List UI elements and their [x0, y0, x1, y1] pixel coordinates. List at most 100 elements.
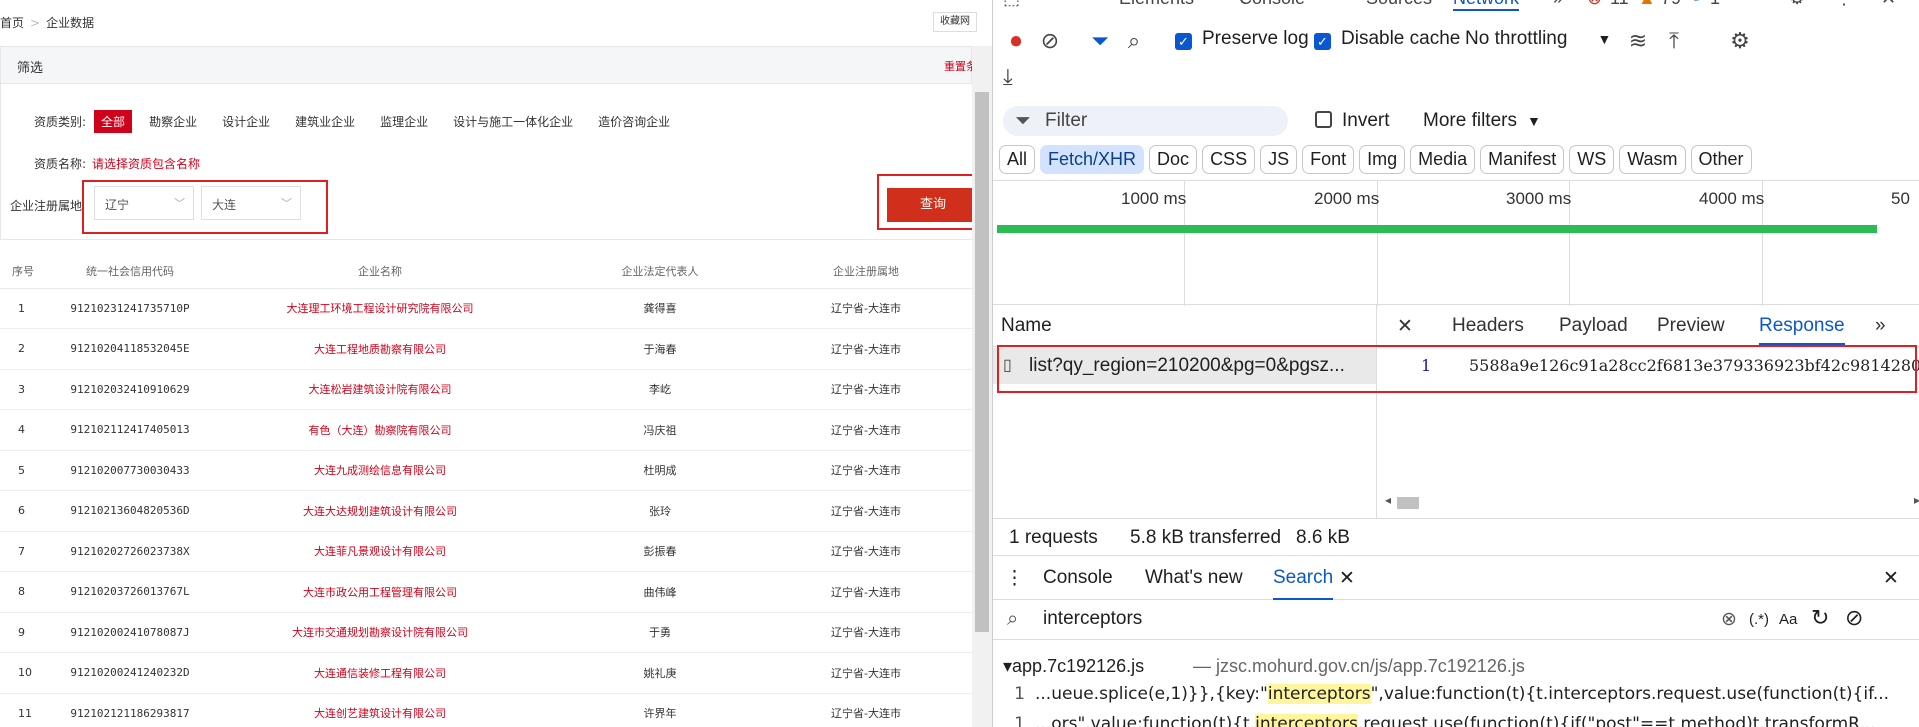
regex-toggle[interactable]: (.*) [1749, 611, 1769, 628]
network-conditions-icon[interactable]: ≋ [1625, 28, 1651, 54]
error-count[interactable]: 11 [1610, 0, 1629, 9]
match-case-toggle[interactable]: Aa [1779, 611, 1797, 628]
row-company-name[interactable]: 大连松岩建筑设计院有限公司 [200, 369, 560, 410]
clear-icon[interactable]: ⊘ [1037, 28, 1063, 54]
filter-input[interactable]: ⏷ Filter [1003, 106, 1288, 136]
timeline-tick: 1000 ms [1121, 189, 1187, 208]
filter-funnel-icon[interactable]: ⏷ [1087, 28, 1113, 54]
clear-results-icon[interactable]: ⊘ [1845, 605, 1863, 631]
search-result-line[interactable]: 1 ...ueue.splice(e,1)}},{key:"interceptor… [993, 684, 1889, 704]
preserve-log-label: Preserve log [1202, 28, 1309, 49]
type-filter-fetch-xhr[interactable]: Fetch/XHR [1040, 145, 1145, 174]
issues-count[interactable]: 1 [1710, 0, 1720, 9]
drawer-tab-search[interactable]: Search [1273, 567, 1334, 600]
tab-console[interactable]: Console [1239, 0, 1305, 9]
type-filter-manifest[interactable]: Manifest [1480, 145, 1565, 174]
type-filter-doc[interactable]: Doc [1149, 145, 1198, 174]
throttling-select[interactable]: No throttling ▼ [1465, 28, 1611, 50]
row-company-name[interactable]: 大连市交通规划勘察设计院有限公司 [200, 612, 560, 653]
network-overview-timeline[interactable]: 1000 ms 2000 ms 3000 ms 4000 ms 50 [993, 180, 1919, 306]
tab-payload[interactable]: Payload [1559, 315, 1628, 337]
query-button[interactable]: 查询 [887, 188, 979, 222]
row-company-name[interactable]: 有色（大连）勘察院有限公司 [200, 409, 560, 451]
tab-headers[interactable]: Headers [1452, 315, 1524, 337]
breadcrumb-home[interactable]: 首页 [0, 16, 24, 30]
scrollbar-thumb[interactable] [975, 92, 989, 632]
settings-icon[interactable]: ⚙ [1789, 0, 1805, 9]
more-detail-tabs-icon[interactable]: » [1875, 315, 1886, 337]
row-company-name[interactable]: 大连理工环境工程设计研究院有限公司 [200, 288, 560, 329]
type-filter-wasm[interactable]: Wasm [1619, 145, 1686, 174]
export-har-icon[interactable]: ⤓ [1003, 64, 1013, 90]
row-legal-rep: 姚礼庚 [560, 652, 760, 694]
page-scrollbar[interactable] [972, 46, 992, 727]
issues-icon[interactable]: ▪ [1693, 0, 1699, 9]
search-icon[interactable]: ⌕ [1121, 28, 1147, 54]
drawer-menu-icon[interactable]: ⋮ [1005, 567, 1024, 590]
search-input[interactable]: interceptors [1043, 608, 1142, 630]
qual-option-design[interactable]: 设计企业 [222, 111, 270, 132]
column-divider[interactable] [1376, 305, 1377, 527]
close-drawer-icon[interactable]: ✕ [1883, 567, 1899, 590]
qual-option-cost-consulting[interactable]: 造价咨询企业 [598, 111, 670, 132]
result-line-suffix: .request.use(function(t){if("post"==t.me… [1357, 714, 1876, 727]
network-settings-icon[interactable]: ⚙ [1727, 28, 1753, 54]
tab-preview[interactable]: Preview [1657, 315, 1725, 337]
more-tabs-icon[interactable]: » [1553, 0, 1563, 9]
qual-option-all[interactable]: 全部 [94, 110, 133, 133]
type-filter-all[interactable]: All [999, 145, 1036, 174]
row-company-name[interactable]: 大连市政公用工程管理有限公司 [200, 571, 560, 613]
inspect-icon[interactable]: ⬚ [1003, 0, 1020, 9]
result-file-name[interactable]: ▾app.7c192126.js [1003, 656, 1144, 677]
row-region: 辽宁省-大连市 [760, 369, 972, 410]
qual-option-supervision[interactable]: 监理企业 [380, 111, 428, 132]
more-options-icon[interactable]: ⋮ [1835, 0, 1853, 9]
preserve-log-checkbox[interactable]: ✓ Preserve log [1175, 28, 1309, 50]
qualification-name-select[interactable]: 请选择资质包含名称 [92, 157, 200, 171]
collect-button[interactable]: 收藏网 [933, 12, 977, 32]
type-filter-ws[interactable]: WS [1569, 145, 1615, 174]
type-filter-img[interactable]: Img [1359, 145, 1406, 174]
import-har-icon[interactable]: ⤒ [1661, 28, 1687, 54]
search-result-line[interactable]: 1 ...ors",value:function(t){t.interceptor… [993, 714, 1876, 727]
qual-option-survey[interactable]: 勘察企业 [149, 111, 197, 132]
response-horizontal-scrollbar[interactable]: ◂ ▸ [1385, 493, 1919, 511]
close-detail-icon[interactable]: ✕ [1397, 315, 1413, 338]
type-filter-other[interactable]: Other [1690, 145, 1752, 174]
tab-response[interactable]: Response [1759, 315, 1845, 345]
warning-count[interactable]: 79 [1661, 0, 1681, 9]
type-filter-js[interactable]: JS [1260, 145, 1298, 174]
name-column-header[interactable]: Name [1001, 315, 1052, 337]
scrollbar-thumb[interactable] [1397, 497, 1419, 509]
row-company-name[interactable]: 大连创艺建筑设计有限公司 [200, 693, 560, 727]
row-company-name[interactable]: 大连通信装修工程有限公司 [200, 652, 560, 694]
qual-option-construction[interactable]: 建筑业企业 [295, 111, 355, 132]
tab-sources[interactable]: Sources [1366, 0, 1432, 9]
row-company-name[interactable]: 大连九成测绘信息有限公司 [200, 450, 560, 491]
tab-elements[interactable]: Elements [1119, 0, 1194, 9]
more-filters-dropdown[interactable]: More filters ▼ [1423, 110, 1541, 132]
drawer-tab-console[interactable]: Console [1043, 567, 1113, 589]
tab-network[interactable]: Network [1453, 0, 1520, 11]
disable-cache-checkbox[interactable]: ✓ Disable cache [1314, 28, 1460, 50]
clear-search-icon[interactable]: ⊗ [1721, 608, 1737, 631]
invert-checkbox[interactable]: Invert [1315, 110, 1390, 132]
scroll-right-icon[interactable]: ▸ [1914, 493, 1919, 507]
scroll-left-icon[interactable]: ◂ [1385, 493, 1391, 507]
error-icon[interactable]: ⊗ [1587, 0, 1602, 9]
type-filter-media[interactable]: Media [1410, 145, 1476, 174]
drawer-tab-whats-new[interactable]: What's new [1145, 567, 1243, 589]
row-company-name[interactable]: 大连菲凡景观设计有限公司 [200, 531, 560, 572]
close-icon[interactable]: ✕ [1881, 0, 1896, 9]
refresh-icon[interactable]: ↻ [1811, 605, 1829, 631]
qualification-type-label: 资质类别: [34, 115, 87, 129]
row-company-name[interactable]: 大连工程地质勘察有限公司 [200, 328, 560, 370]
type-filter-css[interactable]: CSS [1202, 145, 1256, 174]
warning-icon[interactable]: ▲ [1638, 0, 1656, 9]
row-company-name[interactable]: 大连大达规划建筑设计有限公司 [200, 490, 560, 532]
timeline-tick: 4000 ms [1699, 189, 1765, 208]
qual-option-design-build[interactable]: 设计与施工一体化企业 [453, 111, 573, 132]
close-search-tab-icon[interactable]: ✕ [1339, 567, 1355, 590]
stop-recording-icon[interactable]: ⏺ [1003, 28, 1029, 54]
type-filter-font[interactable]: Font [1302, 145, 1355, 174]
